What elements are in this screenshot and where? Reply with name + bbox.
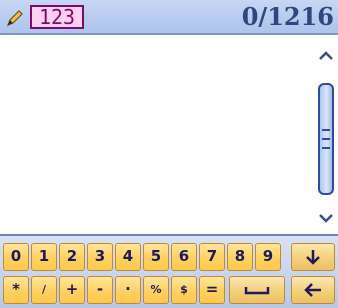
key-6[interactable]: 6 — [171, 243, 197, 271]
arrow-left-icon — [304, 283, 321, 297]
arrow-down-icon — [306, 250, 320, 265]
key-plus[interactable]: + — [59, 276, 85, 304]
title-bar: 123 0/1216 — [0, 0, 338, 35]
key-7[interactable]: 7 — [199, 243, 225, 271]
key-3[interactable]: 3 — [87, 243, 113, 271]
grip-icon — [322, 129, 330, 149]
chevron-up-icon[interactable] — [316, 47, 336, 65]
key-equals[interactable]: = — [199, 276, 225, 304]
pencil-icon — [6, 10, 23, 27]
input-mode-badge[interactable]: 123 — [30, 5, 84, 29]
scroll-thumb[interactable] — [318, 83, 334, 195]
down-arrow-key[interactable] — [291, 243, 335, 271]
space-icon — [244, 287, 270, 295]
key-9[interactable]: 9 — [255, 243, 281, 271]
key-dot[interactable]: · — [115, 276, 141, 304]
key-divide[interactable]: / — [31, 276, 57, 304]
symbol-keyboard: 0 1 2 3 4 5 6 7 8 9 * / + - · % $ = — [0, 234, 338, 308]
key-5[interactable]: 5 — [143, 243, 169, 271]
key-percent[interactable]: % — [143, 276, 169, 304]
chevron-down-icon[interactable] — [316, 209, 336, 227]
key-8[interactable]: 8 — [227, 243, 253, 271]
key-4[interactable]: 4 — [115, 243, 141, 271]
space-key[interactable] — [229, 276, 285, 304]
key-1[interactable]: 1 — [31, 243, 57, 271]
key-dollar[interactable]: $ — [171, 276, 197, 304]
key-0[interactable]: 0 — [3, 243, 29, 271]
vertical-scrollbar[interactable] — [314, 35, 338, 234]
key-2[interactable]: 2 — [59, 243, 85, 271]
text-input-area[interactable] — [0, 35, 314, 234]
character-counter: 0/1216 — [241, 2, 334, 31]
key-multiply[interactable]: * — [3, 276, 29, 304]
backspace-key[interactable] — [291, 276, 335, 304]
key-minus[interactable]: - — [87, 276, 113, 304]
